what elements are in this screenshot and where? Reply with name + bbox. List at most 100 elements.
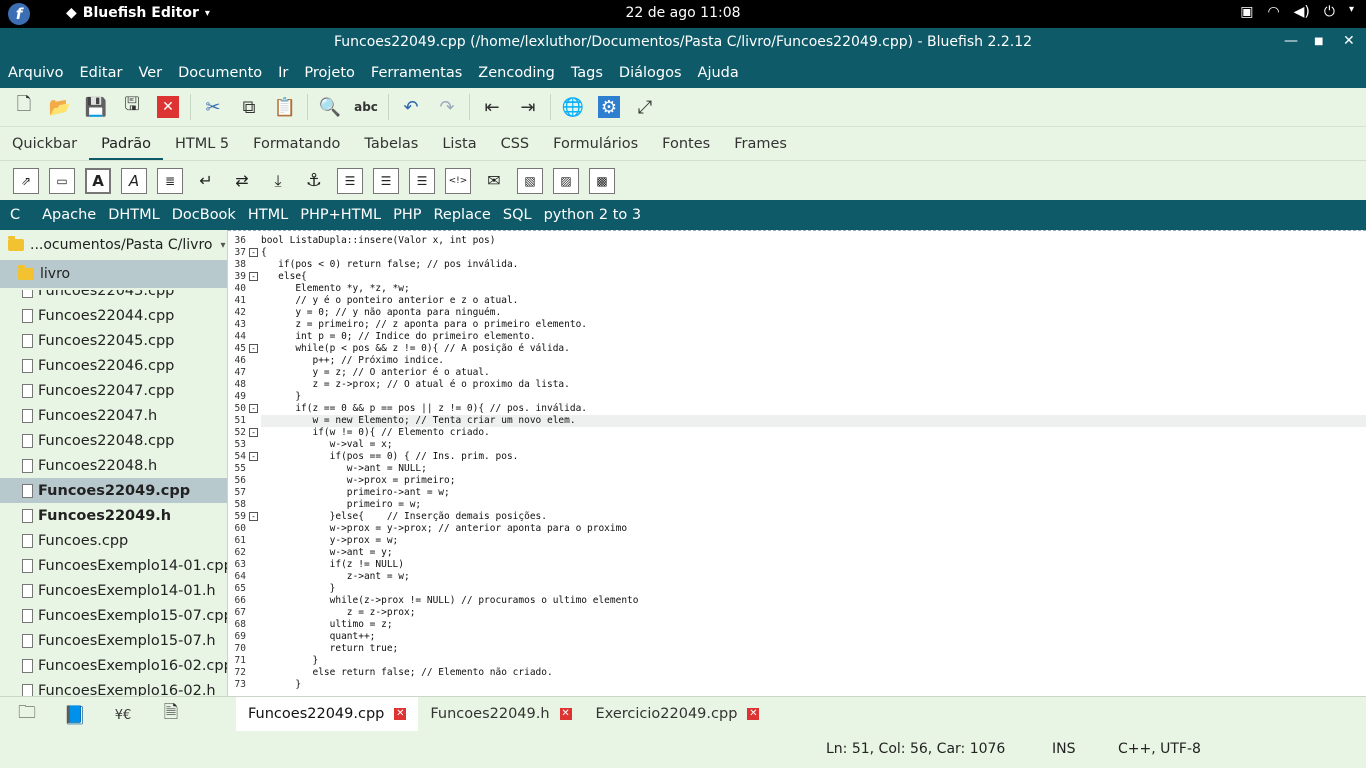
menu-dialogos[interactable]: Diálogos [611, 65, 690, 81]
code-line[interactable]: primeiro = w; [261, 499, 1366, 511]
paste-icon[interactable]: 📋 [271, 93, 299, 121]
body-icon[interactable]: ▭ [49, 167, 75, 194]
code-line[interactable]: w->prox = y->prox; // anterior aponta pa… [261, 523, 1366, 535]
maximize-icon[interactable]: ■ [1314, 36, 1323, 47]
minimize-icon[interactable]: — [1284, 33, 1298, 49]
lang-replace[interactable]: Replace [428, 207, 497, 223]
close-tab-icon[interactable]: ✕ [394, 708, 407, 720]
menu-documento[interactable]: Documento [170, 65, 270, 81]
code-line[interactable]: ultimo = z; [261, 619, 1366, 631]
doc-tab-funcoes22049-cpp[interactable]: Funcoes22049.cpp ✕ [236, 697, 419, 731]
doc-tab-exercicio22049-cpp[interactable]: Exercicio22049.cpp ✕ [584, 697, 772, 731]
file-item[interactable]: Funcoes22043.cpp [0, 290, 227, 303]
code-line[interactable]: if(z == 0 && p == pos || z != 0){ // pos… [261, 403, 1366, 415]
code-line[interactable]: } [261, 391, 1366, 403]
file-list[interactable]: Funcoes22043.cpp Funcoes22044.cpp Funcoes2… [0, 290, 227, 696]
file-item[interactable]: Funcoes.cpp [0, 528, 227, 553]
code-line[interactable]: quant++; [261, 631, 1366, 643]
fold-toggle-icon[interactable]: - [249, 404, 258, 413]
code-line[interactable]: { [261, 247, 1366, 259]
italic-icon[interactable]: A [121, 167, 147, 194]
tab-padrao[interactable]: Padrão [89, 127, 163, 161]
charmap-icon[interactable]: ¥€ [110, 703, 136, 727]
save-as-icon[interactable]: 🖫 [118, 93, 146, 121]
bookmarks-icon[interactable]: 📘 [62, 703, 88, 727]
menu-projeto[interactable]: Projeto [296, 65, 363, 81]
menu-ferramentas[interactable]: Ferramentas [363, 65, 470, 81]
code-line[interactable]: y->prox = w; [261, 535, 1366, 547]
code-line[interactable]: z->ant = w; [261, 571, 1366, 583]
tab-formularios[interactable]: Formulários [541, 127, 650, 161]
code-line[interactable]: else return false; // Elemento não criad… [261, 667, 1366, 679]
file-item[interactable]: Funcoes22047.h [0, 403, 227, 428]
menu-editar[interactable]: Editar [72, 65, 131, 81]
code-line[interactable]: else{ [261, 271, 1366, 283]
code-line[interactable]: int p = 0; // Indice do primeiro element… [261, 331, 1366, 343]
new-file-icon[interactable]: 🗋 [10, 93, 38, 121]
code-line[interactable]: y = z; // O anterior é o atual. [261, 367, 1366, 379]
file-item[interactable]: Funcoes22045.cpp [0, 328, 227, 353]
clock[interactable]: 22 de ago 11:08 [0, 5, 1366, 21]
unindent-icon[interactable]: ⇤ [478, 93, 506, 121]
tab-tabelas[interactable]: Tabelas [352, 127, 430, 161]
code-line[interactable]: // y é o ponteiro anterior e z o atual. [261, 295, 1366, 307]
menu-tags[interactable]: Tags [563, 65, 611, 81]
tab-frames[interactable]: Frames [722, 127, 799, 161]
wifi-icon[interactable]: ◠ [1267, 4, 1279, 20]
code-line[interactable]: w->prox = primeiro; [261, 475, 1366, 487]
redo-icon[interactable]: ↷ [433, 93, 461, 121]
tab-lista[interactable]: Lista [430, 127, 488, 161]
doc-tab-funcoes22049-h[interactable]: Funcoes22049.h ✕ [418, 697, 583, 731]
code-line[interactable]: w->ant = y; [261, 547, 1366, 559]
tab-html5[interactable]: HTML 5 [163, 127, 241, 161]
lang-apache[interactable]: Apache [26, 207, 102, 223]
file-item[interactable]: Funcoes22048.cpp [0, 428, 227, 453]
file-item[interactable]: Funcoes22046.cpp [0, 353, 227, 378]
folder-item-livro[interactable]: livro [0, 260, 227, 288]
fold-toggle-icon[interactable]: - [249, 272, 258, 281]
open-file-icon[interactable]: 📂 [46, 93, 74, 121]
preferences-icon[interactable]: ⚙ [595, 93, 623, 121]
code-line[interactable]: while(z->prox != NULL) // procuramos o u… [261, 595, 1366, 607]
system-tray[interactable]: ▣ ◠ ◀) ⏻ ▾ [1240, 4, 1354, 20]
lang-sql[interactable]: SQL [497, 207, 538, 223]
copy-icon[interactable]: ⧉ [235, 93, 263, 121]
code-line[interactable]: if(pos == 0) { // Ins. prim. pos. [261, 451, 1366, 463]
search-icon[interactable]: 🔍 [316, 93, 344, 121]
close-file-icon[interactable]: ✕ [154, 93, 182, 121]
cut-icon[interactable]: ✂ [199, 93, 227, 121]
lang-c[interactable]: C [0, 207, 26, 223]
save-icon[interactable]: 💾 [82, 93, 110, 121]
volume-icon[interactable]: ◀) [1294, 4, 1310, 20]
comment-icon[interactable]: <!> [445, 167, 471, 194]
code-line[interactable]: } [261, 655, 1366, 667]
spellcheck-icon[interactable]: abc [352, 93, 380, 121]
path-selector[interactable]: ...ocumentos/Pasta C/livro ▾ [0, 230, 227, 260]
lang-php[interactable]: PHP [387, 207, 427, 223]
anchor-icon[interactable]: ⚓ [301, 168, 327, 194]
tab-quickbar[interactable]: Quickbar [0, 127, 89, 161]
break-icon[interactable]: ↵ [193, 168, 219, 194]
file-item[interactable]: FuncoesExemplo16-02.cpp [0, 653, 227, 678]
tab-fontes[interactable]: Fontes [650, 127, 722, 161]
close-tab-icon[interactable]: ✕ [747, 708, 760, 720]
tab-css[interactable]: CSS [489, 127, 542, 161]
code-line[interactable]: w->ant = NULL; [261, 463, 1366, 475]
file-item[interactable]: Funcoes22047.cpp [0, 378, 227, 403]
fold-toggle-icon[interactable]: - [249, 248, 258, 257]
lang-html[interactable]: HTML [242, 207, 294, 223]
code-line[interactable]: if(z != NULL) [261, 559, 1366, 571]
code-line[interactable]: Elemento *y, *z, *w; [261, 283, 1366, 295]
menu-ajuda[interactable]: Ajuda [690, 65, 747, 81]
code-line[interactable]: z = z->prox; // O atual é o proximo da l… [261, 379, 1366, 391]
menu-zencoding[interactable]: Zencoding [470, 65, 563, 81]
code-line[interactable]: } [261, 679, 1366, 691]
code-line[interactable]: } [261, 583, 1366, 595]
code-editor[interactable]: 36 bool ListaDupla::insere(Valor x, int p… [228, 230, 1366, 696]
menu-arquivo[interactable]: Arquivo [0, 65, 72, 81]
rule-icon[interactable]: ☰ [337, 167, 363, 194]
file-item[interactable]: FuncoesExemplo14-01.h [0, 578, 227, 603]
tab-formatando[interactable]: Formatando [241, 127, 352, 161]
code-line[interactable]: z = primeiro; // z aponta para o primeir… [261, 319, 1366, 331]
close-tab-icon[interactable]: ✕ [559, 708, 572, 720]
